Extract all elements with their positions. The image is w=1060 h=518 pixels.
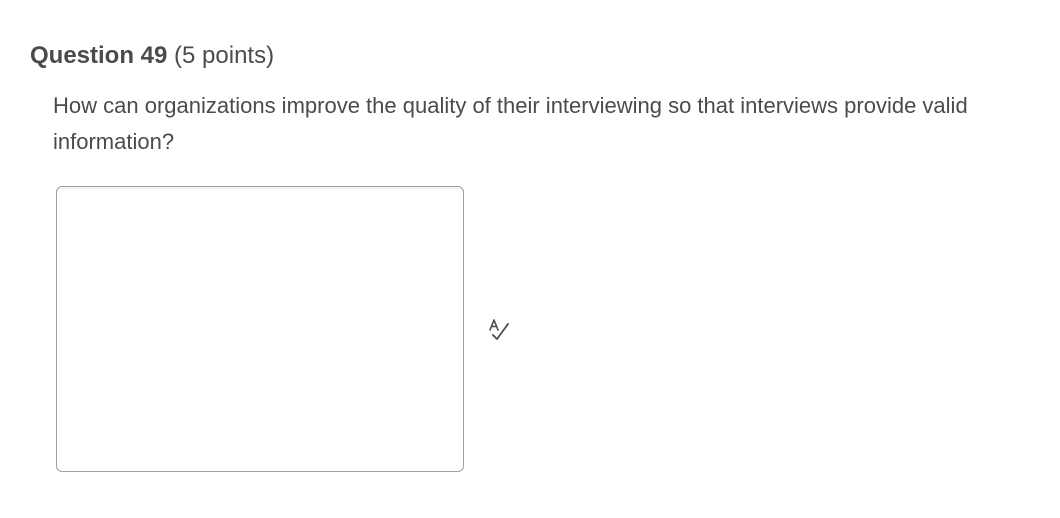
question-header: Question 49 (5 points) [30,40,274,72]
answer-textarea[interactable] [56,186,464,472]
question-prompt: How can organizations improve the qualit… [53,93,968,154]
question-title: Question 49 [30,42,168,69]
question-points: (5 points) [174,42,275,69]
spellcheck-icon[interactable] [486,316,514,344]
